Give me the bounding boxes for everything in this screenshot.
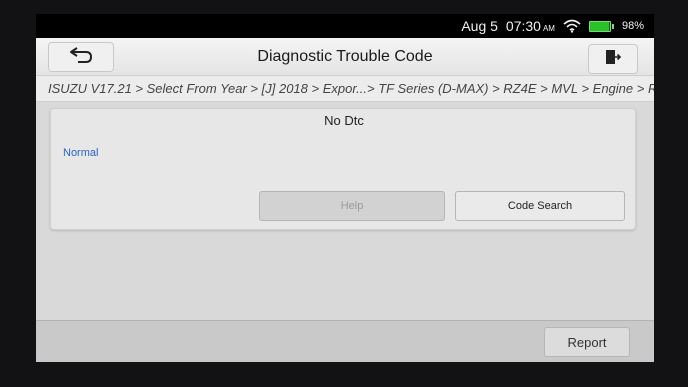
breadcrumb: ISUZU V17.21 > Select From Year > [J] 20…: [36, 76, 654, 102]
bottom-bar: Report: [36, 320, 654, 362]
status-time: 07:30: [505, 18, 541, 34]
page-title: Diagnostic Trouble Code: [257, 48, 433, 65]
code-search-button[interactable]: Code Search: [455, 191, 625, 221]
exit-door-icon: [604, 48, 622, 71]
report-button[interactable]: Report: [544, 327, 630, 357]
dtc-result-card: No Dtc Normal Help Code Search: [50, 108, 636, 230]
back-arrow-icon: [68, 46, 94, 69]
wifi-icon: [563, 19, 581, 33]
status-ampm: AM: [542, 24, 555, 33]
title-bar: Diagnostic Trouble Code: [36, 38, 654, 76]
battery-icon: [588, 20, 614, 32]
status-time-group: 07:30 AM: [506, 18, 555, 34]
exit-button[interactable]: [588, 44, 638, 74]
back-button[interactable]: [48, 42, 114, 72]
status-bar: Aug 5 07:30 AM 98%: [36, 14, 654, 38]
help-button[interactable]: Help: [259, 191, 445, 221]
dtc-message: No Dtc: [324, 113, 364, 128]
battery-fill: [588, 20, 611, 32]
battery-percent: 98%: [621, 20, 644, 32]
status-label: Normal: [63, 147, 99, 159]
battery-tip: [611, 23, 614, 29]
status-date: Aug 5: [461, 18, 498, 34]
tablet-screen: Aug 5 07:30 AM 98% Diagnostic Trouble Cod…: [36, 14, 654, 362]
